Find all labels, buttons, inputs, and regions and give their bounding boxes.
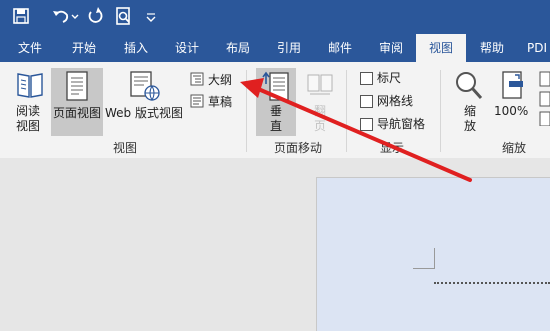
annotation-arrow — [240, 78, 472, 182]
annotation-arrow-head — [240, 78, 264, 98]
annotation-arrow-shaft — [254, 86, 472, 182]
